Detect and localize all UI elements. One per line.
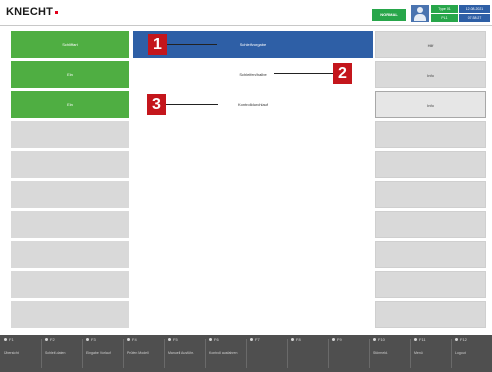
function-key-number: F9: [332, 337, 342, 343]
function-key-label: Manuell Ausführ.: [168, 351, 194, 355]
function-key-divider: [82, 339, 83, 368]
right-button-6[interactable]: [375, 181, 486, 208]
left-button-3[interactable]: Ein: [11, 91, 129, 118]
function-key-number: F10: [373, 337, 385, 343]
program-row-6[interactable]: [133, 181, 373, 208]
program-row-5[interactable]: [133, 151, 373, 178]
left-button-2[interactable]: Ein: [11, 61, 129, 88]
function-key-label: Eingabe Vorlauf: [86, 351, 111, 355]
function-key-f3[interactable]: F3 Eingabe Vorlauf: [82, 337, 122, 370]
header-bar: KNECHT NORMAL Type 01 12.08.2021 PL1 07:…: [0, 0, 492, 26]
function-key-f4[interactable]: F4 Prüfen Modell: [123, 337, 163, 370]
info-time: 07:38:27: [459, 14, 490, 22]
mode-badge: NORMAL: [372, 9, 406, 21]
callout-1: 1: [148, 34, 167, 55]
function-key-f9[interactable]: F9: [328, 337, 368, 370]
info-green-bottom: PL1: [431, 14, 458, 22]
callout-2-leader: [274, 73, 333, 74]
right-button-1[interactable]: Hilf: [375, 31, 486, 58]
right-button-5[interactable]: [375, 151, 486, 178]
function-key-f5[interactable]: F5 Manuell Ausführ.: [164, 337, 204, 370]
user-icon[interactable]: [411, 5, 429, 22]
callout-2: 2: [333, 63, 352, 84]
function-key-number: F1: [4, 337, 14, 343]
left-button-10[interactable]: [11, 301, 129, 328]
function-key-f11[interactable]: F11 Menü: [410, 337, 450, 370]
callout-3: 3: [147, 94, 166, 115]
function-key-number: F5: [168, 337, 178, 343]
function-key-number: F11: [414, 337, 426, 343]
right-button-2[interactable]: Info: [375, 61, 486, 88]
function-key-divider: [451, 339, 452, 368]
function-key-divider: [123, 339, 124, 368]
function-key-f10[interactable]: F10 Störmeld.: [369, 337, 409, 370]
function-key-f8[interactable]: F8: [287, 337, 327, 370]
function-key-number: F7: [250, 337, 260, 343]
right-button-9[interactable]: [375, 271, 486, 298]
left-button-9[interactable]: [11, 271, 129, 298]
function-key-label: Logout: [455, 351, 466, 355]
function-key-divider: [369, 339, 370, 368]
function-key-divider: [328, 339, 329, 368]
function-key-number: F8: [291, 337, 301, 343]
callout-3-leader: [166, 104, 218, 105]
function-key-divider: [246, 339, 247, 368]
left-button-8[interactable]: [11, 241, 129, 268]
function-key-f12[interactable]: F12 Logout: [451, 337, 491, 370]
function-key-divider: [164, 339, 165, 368]
function-key-label: Menü: [414, 351, 423, 355]
function-key-number: F12: [455, 337, 467, 343]
function-key-label: Schleif-daten: [45, 351, 66, 355]
function-key-number: F6: [209, 337, 219, 343]
info-date: 12.08.2021: [459, 5, 490, 13]
right-button-10[interactable]: [375, 301, 486, 328]
logo-text: KNECHT: [6, 6, 54, 18]
program-row-7[interactable]: [133, 211, 373, 238]
program-row-8[interactable]: [133, 241, 373, 268]
function-key-number: F2: [45, 337, 55, 343]
program-row-9[interactable]: [133, 271, 373, 298]
right-button-8[interactable]: [375, 241, 486, 268]
user-head-shape: [417, 7, 423, 13]
left-button-6[interactable]: [11, 181, 129, 208]
function-key-f2[interactable]: F2 Schleif-daten: [41, 337, 81, 370]
function-key-f7[interactable]: F7: [246, 337, 286, 370]
left-button-column: Schliffart Ein Ein: [11, 31, 129, 331]
left-button-7[interactable]: [11, 211, 129, 238]
function-key-divider: [287, 339, 288, 368]
function-key-divider: [205, 339, 206, 368]
function-key-bar: F1 Übersicht F2 Schleif-daten F3 Eingabe Vorl…: [0, 335, 492, 372]
function-key-label: Übersicht: [4, 351, 19, 355]
right-button-3[interactable]: Info: [375, 91, 486, 118]
left-button-5[interactable]: [11, 151, 129, 178]
right-button-4[interactable]: [375, 121, 486, 148]
logo-dot-icon: [55, 11, 59, 14]
left-button-4[interactable]: [11, 121, 129, 148]
function-key-number: F4: [127, 337, 137, 343]
info-green-top: Type 01: [431, 5, 458, 13]
program-row-4[interactable]: [133, 121, 373, 148]
knecht-logo: KNECHT: [6, 6, 59, 18]
user-body-shape: [414, 14, 426, 21]
function-key-number: F3: [86, 337, 96, 343]
program-row-10[interactable]: [133, 301, 373, 328]
function-key-divider: [410, 339, 411, 368]
right-button-7[interactable]: [375, 211, 486, 238]
function-key-divider: [41, 339, 42, 368]
left-button-1[interactable]: Schliffart: [11, 31, 129, 58]
function-key-label: Kontroll ausfahren: [209, 351, 238, 355]
function-key-f6[interactable]: F6 Kontroll ausfahren: [205, 337, 245, 370]
right-button-column: Hilf Info Info: [375, 31, 486, 331]
function-key-label: Prüfen Modell: [127, 351, 149, 355]
callout-1-leader: [167, 44, 217, 45]
function-key-label: Störmeld.: [373, 351, 388, 355]
function-key-f1[interactable]: F1 Übersicht: [0, 337, 40, 370]
